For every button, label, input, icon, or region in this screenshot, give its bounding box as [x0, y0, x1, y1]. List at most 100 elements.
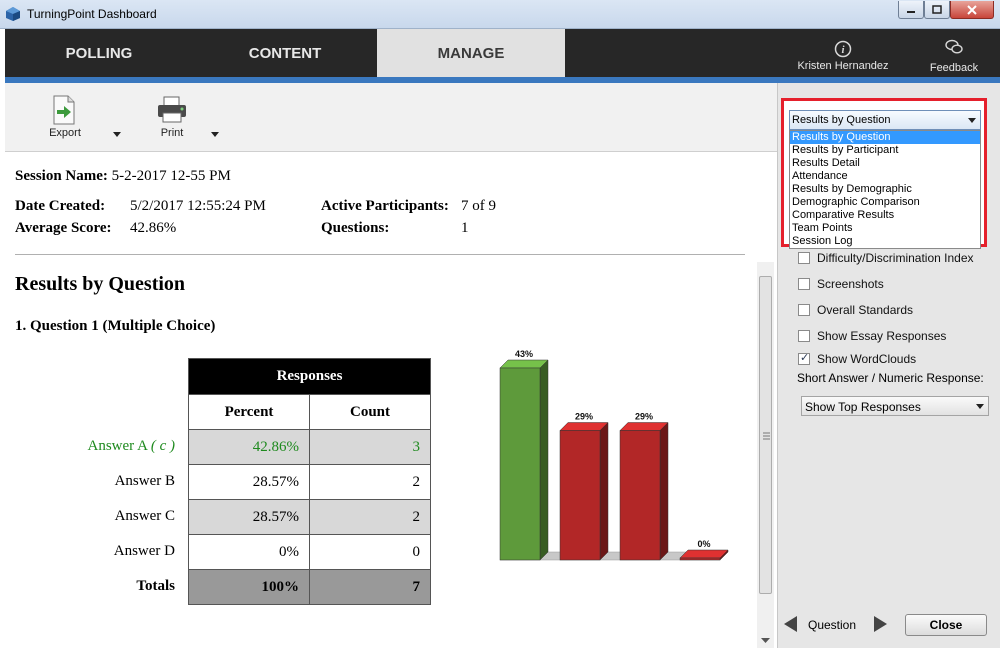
print-button[interactable]: Print [136, 83, 208, 143]
close-window-button[interactable] [950, 1, 994, 19]
report-option[interactable]: Team Points [790, 222, 980, 235]
minimize-icon [907, 10, 915, 13]
report-option[interactable]: Comparative Results [790, 209, 980, 222]
average-score-label: Average Score: [15, 220, 112, 236]
feedback-button[interactable]: Feedback [917, 29, 991, 77]
totals-label: Totals [136, 578, 175, 594]
option-label: Show Essay Responses [817, 329, 947, 343]
session-name-value: 5-2-2017 12-55 PM [111, 168, 231, 184]
title-bar: TurningPoint Dashboard [0, 0, 1000, 29]
difficulty-index-option[interactable]: Difficulty/Discrimination Index [798, 250, 974, 266]
bar-top [619, 422, 669, 431]
feedback-icon [945, 39, 963, 54]
bar-value-label: 29% [575, 412, 593, 422]
answer-label-b: Answer B [114, 473, 175, 489]
answer-label-d: Answer D [113, 543, 175, 559]
report-option[interactable]: Results by Demographic [790, 183, 980, 196]
tab-manage[interactable]: MANAGE [377, 29, 565, 77]
overall-standards-option[interactable]: Overall Standards [798, 302, 913, 318]
bar [679, 557, 721, 561]
questions-value: 1 [461, 220, 469, 236]
bar-side [599, 421, 609, 561]
session-name: Session Name: 5-2-2017 12-55 PM [15, 168, 231, 185]
print-dropdown-arrow-icon[interactable] [211, 132, 219, 137]
percent-cell: 42.86% [188, 429, 310, 465]
grip-icon [763, 432, 770, 440]
answer-label-c: Answer C [114, 508, 175, 524]
user-account[interactable]: i Kristen Hernandez [789, 29, 897, 77]
previous-question-icon[interactable] [784, 616, 797, 632]
user-name: Kristen Hernandez [797, 60, 889, 72]
results-bar-chart: 43% 29% 29% 0% [499, 349, 729, 561]
bar-value-label: 43% [515, 349, 533, 359]
report-option[interactable]: Results by Participant [790, 144, 980, 157]
date-created-label: Date Created: [15, 198, 106, 214]
table-row: 0% 0 [188, 534, 431, 570]
session-name-label: Session Name: [15, 168, 108, 184]
bar-side [539, 359, 549, 561]
essay-responses-option[interactable]: Show Essay Responses [798, 328, 946, 344]
percent-cell: 0% [188, 534, 310, 570]
tab-content[interactable]: CONTENT [193, 29, 377, 77]
export-icon [53, 95, 75, 125]
close-icon [967, 4, 977, 15]
chevron-down-icon [976, 404, 984, 409]
close-button[interactable]: Close [905, 614, 987, 636]
active-participants-label: Active Participants: [321, 198, 449, 214]
bar-value-label: 29% [635, 412, 653, 422]
option-label: Show WordClouds [817, 352, 917, 366]
scroll-down-icon[interactable] [761, 638, 770, 644]
responses-header: Responses [188, 358, 431, 395]
option-label: Screenshots [817, 277, 884, 291]
wordclouds-option[interactable]: Show WordClouds [798, 351, 916, 367]
report-option[interactable]: Attendance [790, 170, 980, 183]
report-option[interactable]: Results by Question [790, 131, 980, 144]
totals-row: 100% 7 [188, 569, 431, 605]
report-type-selected: Results by Question [792, 114, 891, 126]
percent-cell: 28.57% [188, 464, 310, 500]
next-question-icon[interactable] [874, 616, 887, 632]
totals-percent-cell: 100% [188, 569, 310, 605]
export-label: Export [49, 127, 81, 139]
short-answer-label: Short Answer / Numeric Response: [797, 371, 984, 385]
percent-cell: 28.57% [188, 499, 310, 535]
export-button[interactable]: Export [29, 83, 101, 143]
table-row: 42.86% 3 [188, 429, 431, 465]
short-answer-select[interactable]: Show Top Responses [801, 396, 989, 416]
active-participants-value: 7 of 9 [461, 198, 496, 214]
report-option[interactable]: Results Detail [790, 157, 980, 170]
user-info-icon: i [834, 40, 852, 58]
bar [559, 430, 601, 561]
report-type-options: Results by Question Results by Participa… [789, 130, 981, 249]
report-type-dropdown: Results by Question Results by Question … [781, 98, 987, 249]
report-option[interactable]: Session Log [790, 235, 980, 248]
responses-table: Responses Percent Count 42.86% 3 28.57% … [188, 358, 431, 605]
report-scrollbar[interactable] [757, 262, 774, 648]
tab-polling[interactable]: POLLING [5, 29, 193, 77]
totals-count-cell: 7 [309, 569, 431, 605]
main-nav: POLLING CONTENT MANAGE i Kristen Hernand… [5, 29, 1000, 77]
minimize-button[interactable] [898, 1, 924, 19]
scrollbar-thumb[interactable] [759, 276, 772, 594]
maximize-button[interactable] [924, 1, 950, 19]
report-content: Session Name: 5-2-2017 12-55 PM Date Cre… [5, 152, 757, 648]
percent-column-header: Percent [188, 394, 310, 430]
report-option[interactable]: Demographic Comparison [790, 196, 980, 209]
turningpoint-logo-icon [6, 7, 20, 21]
screenshots-checkbox[interactable] [798, 278, 810, 290]
essay-responses-checkbox[interactable] [798, 330, 810, 342]
screenshots-option[interactable]: Screenshots [798, 276, 884, 292]
table-row: 28.57% 2 [188, 499, 431, 535]
date-created-value: 5/2/2017 12:55:24 PM [130, 198, 266, 214]
wordclouds-checkbox[interactable] [798, 351, 810, 365]
feedback-label: Feedback [929, 62, 979, 74]
difficulty-index-checkbox[interactable] [798, 252, 810, 264]
svg-text:i: i [841, 44, 845, 56]
overall-standards-checkbox[interactable] [798, 304, 810, 316]
answer-label-a: Answer A ( c ) [87, 438, 176, 454]
report-type-select[interactable]: Results by Question [789, 110, 981, 130]
export-dropdown-arrow-icon[interactable] [113, 132, 121, 137]
short-answer-selected: Show Top Responses [805, 400, 921, 414]
window-title: TurningPoint Dashboard [27, 7, 157, 21]
bar-side [659, 421, 669, 561]
